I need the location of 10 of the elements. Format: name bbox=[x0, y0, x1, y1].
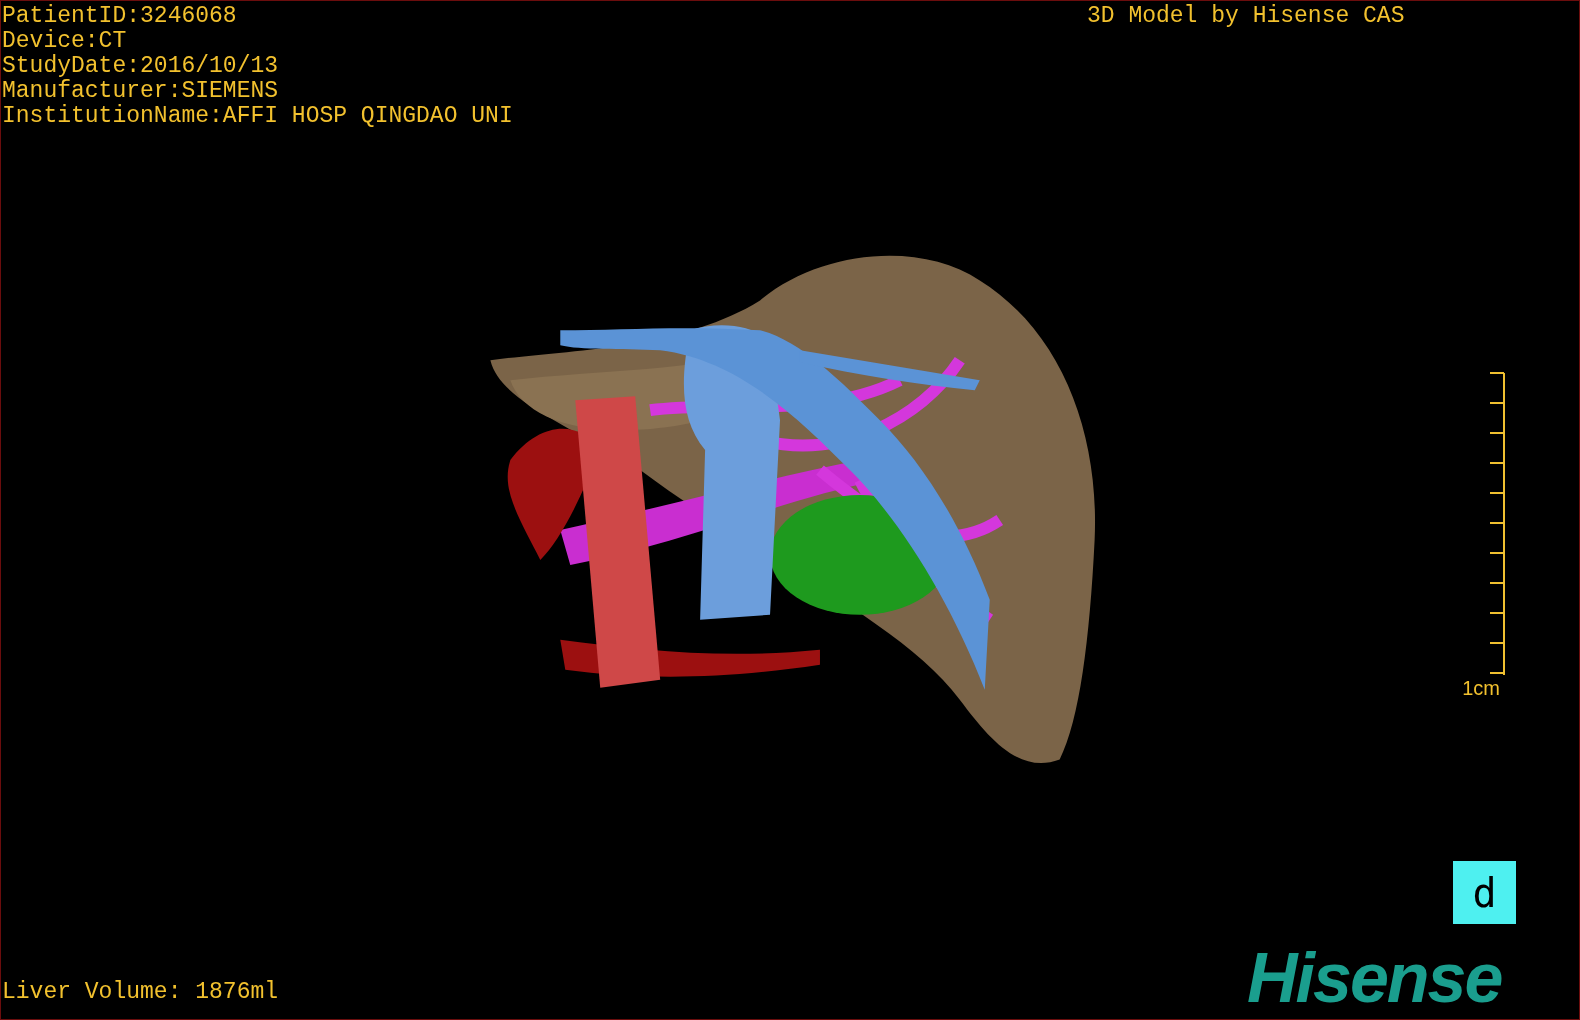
patient-info-line: PatientID:3246068 bbox=[2, 4, 238, 29]
logo: Hisense bbox=[1247, 941, 1502, 1015]
view-button[interactable]: d bbox=[1453, 861, 1516, 924]
liver-volume: Liver Volume: 1876ml bbox=[2, 980, 279, 1005]
patient-info-line: InstitutionName:AFFI HOSP QINGDAO UNI bbox=[2, 104, 513, 129]
patient-info-line: StudyDate:2016/10/13 bbox=[2, 54, 280, 79]
patient-info-line: Device:CT bbox=[2, 29, 128, 54]
model-title: 3D Model by Hisense CAS bbox=[1087, 4, 1405, 29]
scale-label: 1cm bbox=[1462, 677, 1500, 699]
patient-info-line: Manufacturer:SIEMENS bbox=[2, 79, 280, 104]
